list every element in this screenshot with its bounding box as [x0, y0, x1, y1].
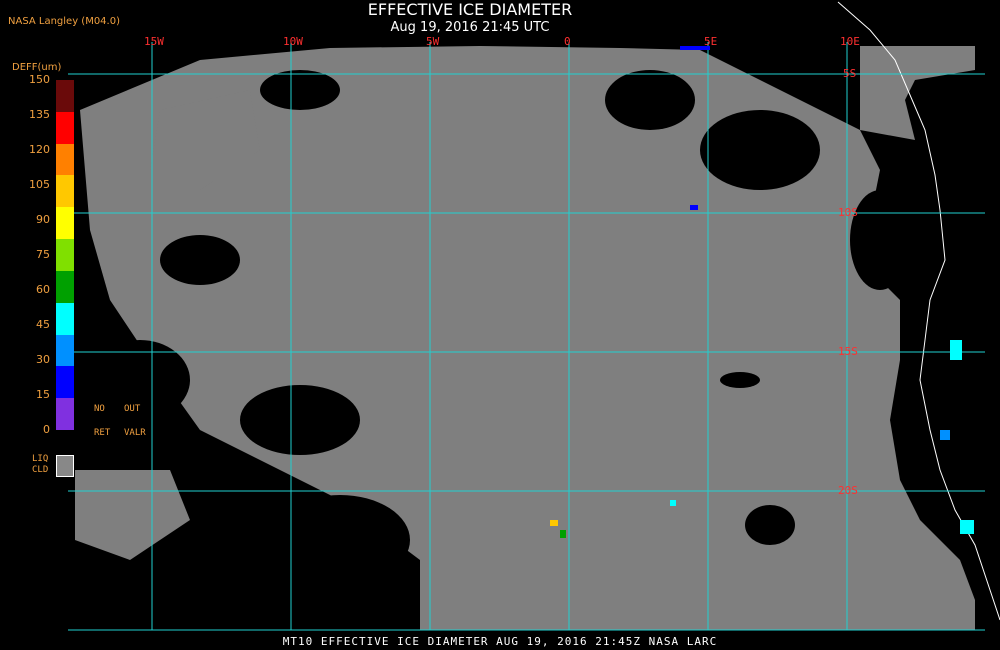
map-title: EFFECTIVE ICE DIAMETER — [367, 0, 573, 19]
legend-liq-swatch — [56, 455, 74, 477]
legend-color-segment — [56, 239, 74, 272]
lon-label: 10W — [283, 35, 303, 48]
legend-tick-label: 150 — [29, 73, 50, 86]
map-footer: MT10 EFFECTIVE ICE DIAMETER AUG 19, 2016… — [282, 635, 718, 648]
legend-color-segment — [56, 80, 74, 113]
legend-tick-label: 60 — [36, 283, 50, 296]
legend-tick-label: 135 — [29, 108, 50, 121]
legend-color-segment — [56, 302, 74, 336]
legend-cld-label: CLD — [32, 465, 49, 475]
lat-label: 10S — [838, 206, 858, 219]
legend-color-bar — [56, 80, 74, 431]
legend-tick-label: 0 — [43, 423, 50, 436]
lon-label: 0 — [564, 35, 571, 48]
lat-label: 20S — [838, 484, 858, 497]
lon-label: 10E — [840, 35, 860, 48]
legend-tick-label: 75 — [36, 248, 50, 261]
map-timestamp: Aug 19, 2016 21:45 UTC — [390, 20, 550, 35]
legend-ret-label: RET — [94, 428, 111, 438]
legend-tick-label: 45 — [36, 318, 50, 331]
legend-unit-label: DEFF(um) — [12, 62, 62, 73]
legend-color-segment — [56, 398, 74, 431]
lat-label: 15S — [838, 345, 858, 358]
legend-no-label: NO — [94, 404, 105, 414]
legend-color-segment — [56, 143, 74, 176]
legend-color-segment — [56, 175, 74, 208]
legend-tick-label: 105 — [29, 178, 50, 191]
legend-tick-label: 30 — [36, 353, 50, 366]
legend-color-segment — [56, 366, 74, 399]
legend-tick-label: 15 — [36, 388, 50, 401]
legend-color-segment — [56, 111, 74, 145]
legend-color-segment — [56, 270, 74, 304]
legend-tick-label: 90 — [36, 213, 50, 226]
legend-out-label: OUT — [124, 404, 141, 414]
lat-label: 5S — [843, 67, 857, 80]
legend-tick-label: 120 — [29, 143, 50, 156]
lon-label: 5W — [426, 35, 440, 48]
lon-label: 15W — [144, 35, 164, 48]
legend-liq-label: LIQ — [32, 454, 49, 464]
legend-color-segment — [56, 207, 74, 240]
legend-color-segment — [56, 334, 74, 367]
org-label: NASA Langley (M04.0) — [8, 16, 120, 27]
legend-valr-label: VALR — [124, 428, 146, 438]
lon-label: 5E — [704, 35, 718, 48]
map-canvas — [0, 0, 1000, 650]
